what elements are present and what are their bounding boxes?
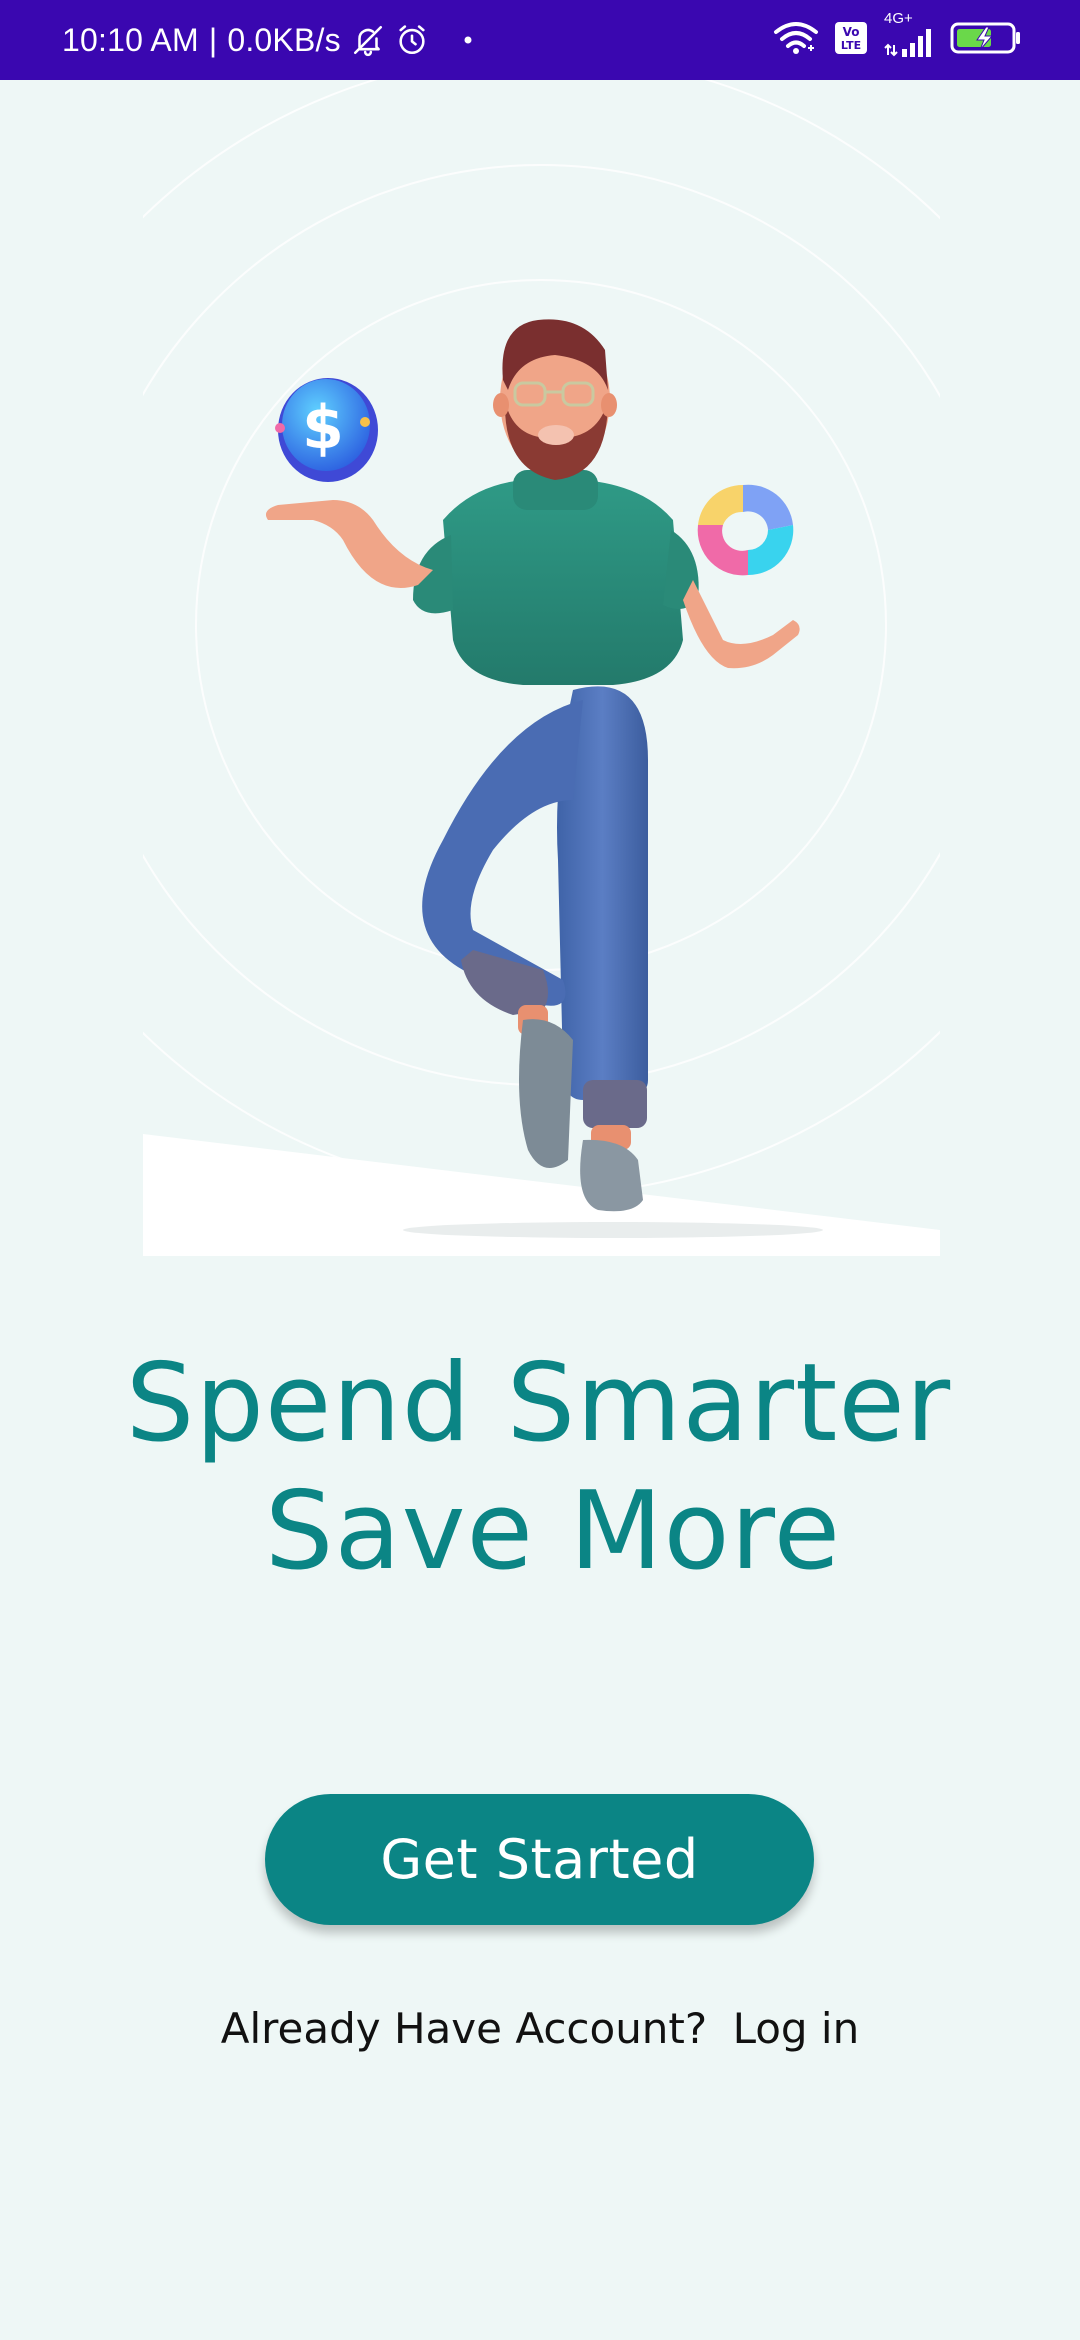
battery-charging-icon	[950, 21, 1022, 60]
status-separator: |	[208, 21, 218, 58]
onboarding-screen: 10:10 AM | 0.0KB/s Vo LTE 4G+ $ Spend Sm…	[0, 0, 1080, 2340]
hero-illustration: $	[143, 80, 940, 1256]
login-row: Already Have Account? Log in	[0, 2004, 1080, 2053]
network-speed: 0.0KB/s	[227, 21, 341, 58]
status-time: 10:10 AM	[62, 21, 199, 58]
alarm-icon	[395, 23, 429, 57]
dollar-coin-icon: $	[275, 378, 378, 482]
character-head	[493, 319, 617, 480]
pie-chart-icon	[697, 484, 794, 576]
network-type: 4G+	[884, 9, 913, 27]
status-bar: 10:10 AM | 0.0KB/s Vo LTE 4G+	[0, 0, 1080, 80]
svg-text:LTE: LTE	[841, 39, 861, 52]
status-right: Vo LTE 4G+	[772, 0, 1022, 80]
signal-icon: 4G+	[882, 11, 936, 64]
notification-dot-icon	[463, 35, 473, 45]
get-started-label: Get Started	[380, 1828, 699, 1891]
login-prompt-text: Already Have Account?	[220, 2004, 708, 2053]
bell-off-icon	[351, 23, 385, 57]
wifi-icon	[772, 20, 820, 61]
login-link[interactable]: Log in	[733, 2004, 860, 2053]
volte-icon: Vo LTE	[834, 21, 868, 60]
get-started-button[interactable]: Get Started	[265, 1794, 814, 1925]
status-left: 10:10 AM | 0.0KB/s	[62, 0, 473, 80]
headline: Spend Smarter Save More	[0, 1340, 1080, 1596]
character-torso	[413, 470, 699, 685]
character-legs	[422, 686, 648, 1212]
headline-line-1: Spend Smarter	[125, 1341, 952, 1466]
headline-line-2: Save More	[264, 1469, 842, 1594]
svg-text:$: $	[302, 393, 344, 463]
svg-text:Vo: Vo	[843, 25, 860, 39]
